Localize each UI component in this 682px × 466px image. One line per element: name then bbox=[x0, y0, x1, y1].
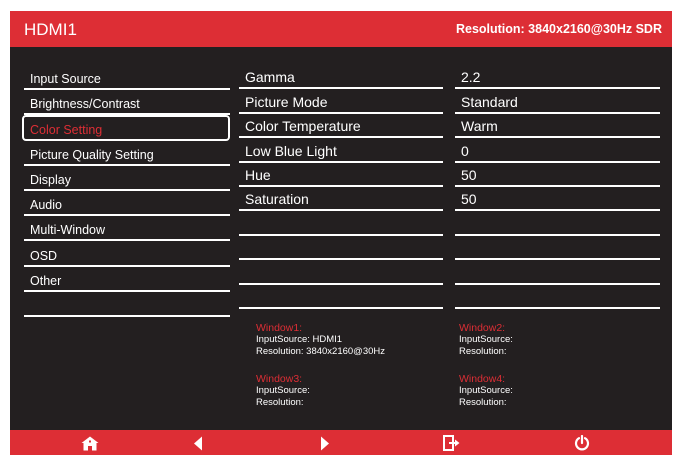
setting-row-empty bbox=[239, 285, 443, 309]
main-menu: Input Source Brightness/Contrast Color S… bbox=[22, 65, 230, 317]
window-input-source: InputSource: bbox=[256, 385, 310, 396]
setting-value: 0 bbox=[461, 142, 469, 159]
menu-item-label: Input Source bbox=[30, 72, 101, 87]
menu-item-label: Multi-Window bbox=[30, 223, 106, 238]
footer-bar bbox=[10, 430, 672, 455]
window-resolution: Resolution: 3840x2160@30Hz bbox=[256, 346, 386, 357]
setting-value-empty bbox=[455, 285, 660, 309]
window-input-source: InputSource: bbox=[459, 385, 513, 396]
window-input-source: InputSource: bbox=[459, 334, 513, 345]
setting-label: Gamma bbox=[245, 69, 295, 86]
menu-item-brightness-contrast[interactable]: Brightness/Contrast bbox=[24, 90, 230, 116]
setting-label: Hue bbox=[245, 166, 271, 183]
setting-label: Color Temperature bbox=[245, 118, 361, 135]
setting-row-low-blue-light[interactable]: Low Blue Light bbox=[239, 138, 443, 163]
window2-info: Window2: InputSource: Resolution: bbox=[459, 322, 513, 358]
menu-item-label: Audio bbox=[30, 198, 62, 213]
setting-row-color-temperature[interactable]: Color Temperature bbox=[239, 114, 443, 139]
resolution-status: Resolution: 3840x2160@30Hz SDR bbox=[455, 22, 662, 36]
setting-value-empty bbox=[455, 236, 660, 261]
menu-item-label: Picture Quality Setting bbox=[30, 147, 154, 162]
setting-value-low-blue-light[interactable]: 0 bbox=[455, 138, 660, 163]
setting-value-saturation[interactable]: 50 bbox=[455, 187, 660, 212]
setting-value-empty bbox=[455, 211, 660, 236]
setting-row-empty bbox=[239, 260, 443, 285]
window-title: Window1: bbox=[256, 322, 303, 334]
setting-value-hue[interactable]: 50 bbox=[455, 163, 660, 187]
setting-row-picture-mode[interactable]: Picture Mode bbox=[239, 89, 443, 114]
menu-item-multi-window[interactable]: Multi-Window bbox=[24, 216, 230, 242]
power-icon[interactable] bbox=[573, 435, 591, 451]
exit-icon[interactable] bbox=[443, 435, 461, 451]
setting-value: Warm bbox=[461, 118, 498, 135]
window-resolution: Resolution: bbox=[459, 397, 507, 408]
setting-value: Standard bbox=[461, 93, 518, 110]
menu-item-empty bbox=[24, 292, 230, 317]
setting-value: 2.2 bbox=[461, 69, 481, 86]
menu-item-label: Display bbox=[30, 172, 71, 187]
setting-row-hue[interactable]: Hue bbox=[239, 163, 443, 187]
input-title: HDMI1 bbox=[24, 20, 77, 39]
menu-item-label: Other bbox=[30, 273, 62, 288]
setting-value-picture-mode[interactable]: Standard bbox=[455, 89, 660, 114]
window-title: Window2: bbox=[459, 322, 506, 334]
home-icon[interactable] bbox=[81, 435, 99, 451]
window-input-source: InputSource: HDMI1 bbox=[256, 334, 343, 345]
menu-item-color-setting[interactable]: Color Setting bbox=[22, 115, 230, 141]
setting-row-gamma[interactable]: Gamma bbox=[239, 65, 443, 90]
window-resolution: Resolution: bbox=[256, 397, 304, 408]
menu-item-input-source[interactable]: Input Source bbox=[24, 65, 230, 91]
setting-row-empty bbox=[239, 236, 443, 261]
setting-label: Low Blue Light bbox=[245, 142, 337, 159]
arrow-right-icon[interactable] bbox=[316, 435, 334, 451]
settings-values: 2.2 Standard Warm 0 50 50 bbox=[455, 65, 660, 309]
arrow-left-icon[interactable] bbox=[189, 435, 207, 451]
setting-value: 50 bbox=[461, 191, 477, 208]
setting-value-empty bbox=[455, 260, 660, 285]
menu-item-picture-quality[interactable]: Picture Quality Setting bbox=[24, 141, 230, 166]
window-title: Window4: bbox=[459, 373, 506, 385]
setting-row-saturation[interactable]: Saturation bbox=[239, 187, 443, 212]
menu-item-audio[interactable]: Audio bbox=[24, 191, 230, 217]
setting-label: Saturation bbox=[245, 191, 309, 208]
setting-row-empty bbox=[239, 211, 443, 236]
setting-value-gamma[interactable]: 2.2 bbox=[455, 65, 660, 90]
setting-value-color-temperature[interactable]: Warm bbox=[455, 114, 660, 139]
setting-value: 50 bbox=[461, 166, 477, 183]
window-title: Window3: bbox=[256, 373, 303, 385]
menu-item-other[interactable]: Other bbox=[24, 267, 230, 292]
menu-item-label: Color Setting bbox=[30, 122, 103, 137]
window-resolution: Resolution: bbox=[459, 346, 507, 357]
menu-item-osd[interactable]: OSD bbox=[24, 241, 230, 267]
header-bar: HDMI1 Resolution: 3840x2160@30Hz SDR bbox=[10, 11, 672, 47]
window1-info: Window1: InputSource: HDMI1 Resolution: … bbox=[256, 322, 385, 358]
menu-item-label: OSD bbox=[30, 248, 58, 263]
menu-item-display[interactable]: Display bbox=[24, 166, 230, 191]
setting-label: Picture Mode bbox=[245, 93, 328, 110]
window4-info: Window4: InputSource: Resolution: bbox=[459, 373, 513, 409]
osd-menu: HDMI1 Resolution: 3840x2160@30Hz SDR Inp… bbox=[10, 11, 672, 455]
menu-item-label: Brightness/Contrast bbox=[30, 97, 140, 112]
window3-info: Window3: InputSource: Resolution: bbox=[256, 373, 310, 409]
settings-labels: Gamma Picture Mode Color Temperature Low… bbox=[239, 65, 443, 309]
